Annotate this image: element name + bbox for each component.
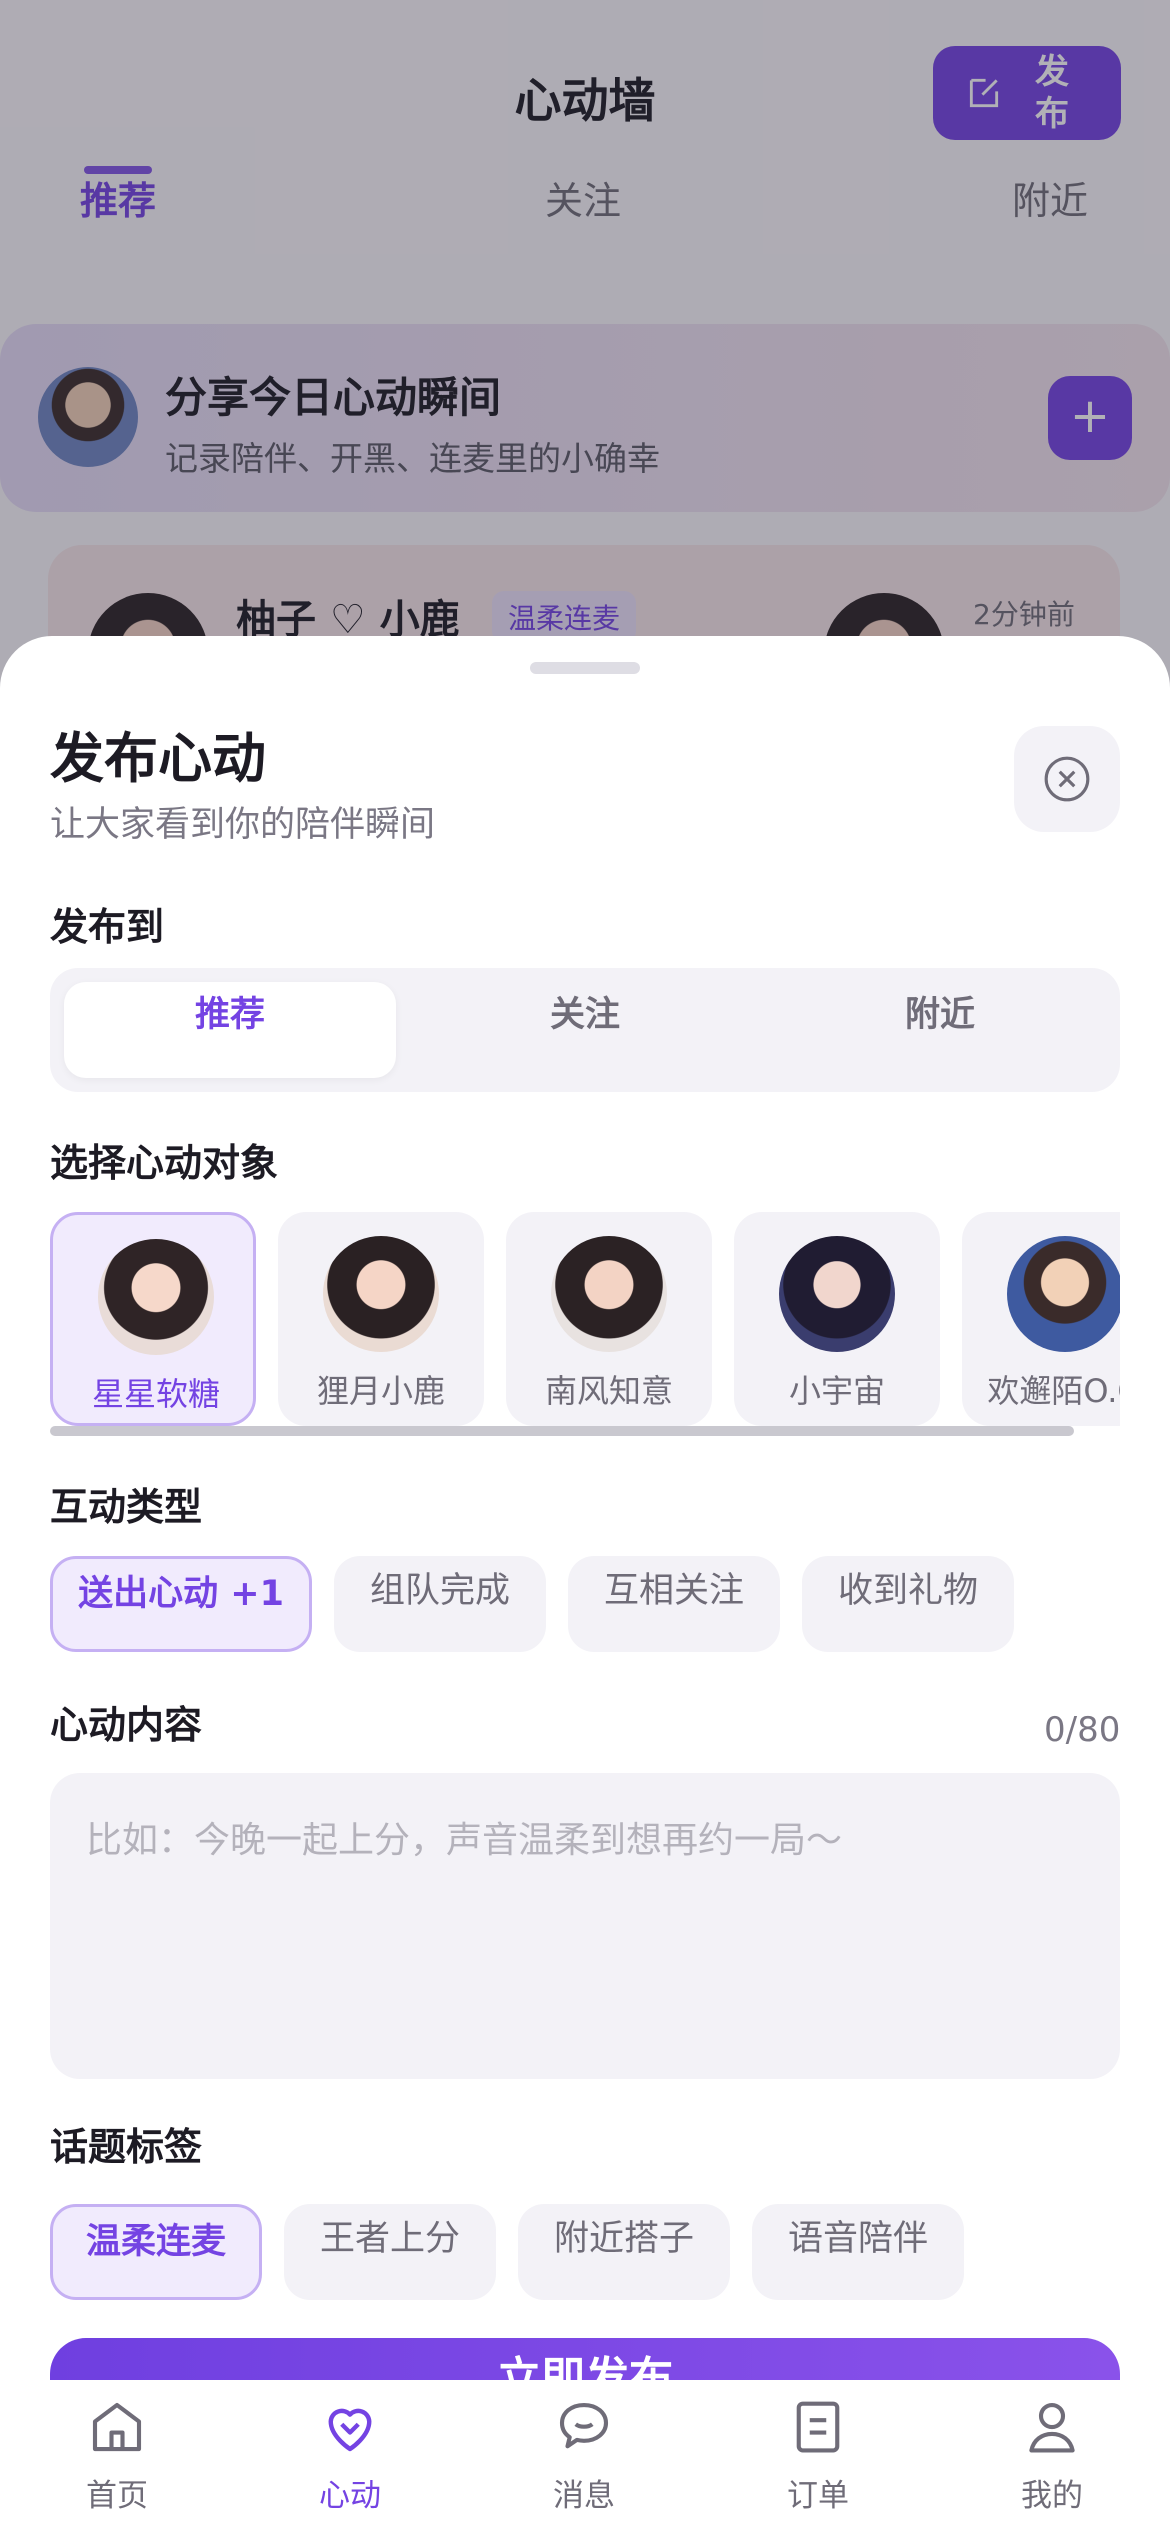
target-name: 星星软糖 bbox=[91, 1375, 220, 1413]
segment-nearby[interactable]: 附近 bbox=[774, 982, 1106, 1078]
nav-label: 心动 bbox=[319, 2478, 381, 2514]
content-field-container bbox=[50, 1773, 1120, 2079]
avatar bbox=[1007, 1236, 1120, 1352]
target-name: 欢邂陌O.O bbox=[987, 1372, 1120, 1410]
avatar bbox=[779, 1236, 895, 1352]
nav-item-messages[interactable]: 消息 bbox=[524, 2394, 644, 2524]
target-list: 星星软糖 狸月小鹿 南风知意 小宇宙 欢邂陌O.O bbox=[50, 1212, 1120, 1426]
profile-icon bbox=[1029, 2402, 1075, 2453]
content-counter: 0/80 bbox=[1044, 1710, 1121, 1750]
nav-label: 订单 bbox=[787, 2478, 849, 2514]
avatar bbox=[551, 1236, 667, 1352]
sheet-grabber[interactable] bbox=[530, 662, 640, 674]
target-item[interactable]: 星星软糖 bbox=[50, 1212, 256, 1426]
topic-label: 话题标签 bbox=[50, 2125, 203, 2169]
target-label: 选择心动对象 bbox=[50, 1141, 279, 1185]
nav-label: 首页 bbox=[86, 2478, 148, 2514]
topic-chip[interactable]: 温柔连麦 bbox=[50, 2204, 262, 2300]
message-icon bbox=[559, 2402, 609, 2449]
interaction-chip[interactable]: 收到礼物 bbox=[802, 1556, 1014, 1652]
nav-label: 我的 bbox=[1021, 2478, 1083, 2514]
topic-chip[interactable]: 语音陪伴 bbox=[752, 2204, 964, 2300]
order-icon bbox=[796, 2401, 840, 2453]
home-icon bbox=[92, 2402, 142, 2452]
target-list-scrollbar[interactable] bbox=[50, 1426, 1074, 1436]
target-item[interactable]: 南风知意 bbox=[506, 1212, 712, 1426]
interaction-chip[interactable]: 送出心动 +1 bbox=[50, 1556, 312, 1652]
target-name: 南风知意 bbox=[544, 1372, 673, 1410]
content-label: 心动内容 bbox=[50, 1703, 203, 1747]
topic-chip[interactable]: 附近搭子 bbox=[518, 2204, 730, 2300]
modal-overlay[interactable] bbox=[0, 0, 1170, 700]
target-item[interactable]: 狸月小鹿 bbox=[278, 1212, 484, 1426]
publish-to-segmented-control: 推荐 关注 附近 bbox=[50, 968, 1120, 1092]
bottom-nav: 首页 心动 消息 订单 我的 bbox=[0, 2380, 1170, 2532]
segment-follow[interactable]: 关注 bbox=[419, 982, 751, 1078]
interaction-chip[interactable]: 组队完成 bbox=[334, 1556, 546, 1652]
interaction-label: 互动类型 bbox=[50, 1485, 203, 1529]
interaction-chip[interactable]: 互相关注 bbox=[568, 1556, 780, 1652]
sheet-title: 发布心动 bbox=[50, 727, 266, 790]
close-icon bbox=[1044, 756, 1090, 802]
close-button[interactable] bbox=[1014, 726, 1120, 832]
segment-recommend[interactable]: 推荐 bbox=[64, 982, 396, 1078]
heart-icon bbox=[328, 2408, 372, 2452]
target-name: 狸月小鹿 bbox=[316, 1372, 445, 1410]
nav-item-orders[interactable]: 订单 bbox=[758, 2394, 878, 2524]
nav-item-home[interactable]: 首页 bbox=[57, 2394, 177, 2524]
topic-chip[interactable]: 王者上分 bbox=[284, 2204, 496, 2300]
content-input[interactable] bbox=[50, 1773, 1120, 2079]
target-item[interactable]: 欢邂陌O.O bbox=[962, 1212, 1120, 1426]
sheet-subtitle: 让大家看到你的陪伴瞬间 bbox=[50, 805, 436, 845]
nav-item-profile[interactable]: 我的 bbox=[992, 2394, 1112, 2524]
nav-item-heart[interactable]: 心动 bbox=[290, 2394, 410, 2524]
avatar bbox=[98, 1239, 214, 1355]
nav-label: 消息 bbox=[553, 2478, 615, 2514]
publish-to-label: 发布到 bbox=[50, 905, 165, 949]
target-item[interactable]: 小宇宙 bbox=[734, 1212, 940, 1426]
publish-sheet: 发布心动 让大家看到你的陪伴瞬间 发布到 推荐 关注 附近 选择心动对象 星星软… bbox=[0, 636, 1170, 2532]
target-name: 小宇宙 bbox=[788, 1372, 885, 1410]
avatar bbox=[323, 1236, 439, 1352]
